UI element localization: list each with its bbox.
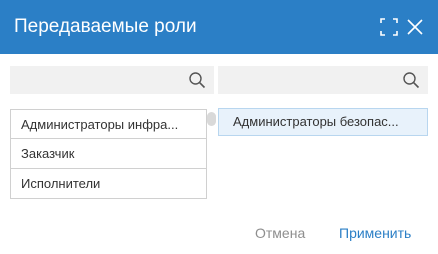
dialog-title: Передаваемые роли [14, 16, 197, 37]
right-search-field [218, 66, 428, 94]
left-search-input[interactable] [10, 66, 214, 94]
list-item[interactable]: Администраторы инфра... [11, 109, 206, 139]
list-item[interactable]: Исполнители [11, 169, 206, 199]
cancel-button[interactable]: Отмена [255, 224, 305, 242]
search-icon[interactable] [402, 71, 420, 89]
dialog-header: Передаваемые роли [0, 0, 438, 54]
apply-button[interactable]: Применить [339, 224, 411, 242]
search-icon[interactable] [188, 71, 206, 89]
list-item[interactable]: Заказчик [11, 139, 206, 169]
scrollbar-thumb[interactable] [207, 112, 216, 126]
left-search-field [10, 66, 214, 94]
expand-icon[interactable] [380, 18, 398, 36]
dialog: Передаваемые роли Администраторы инфра..… [0, 0, 438, 254]
right-search-input[interactable] [218, 66, 428, 94]
close-icon[interactable] [406, 18, 424, 36]
available-roles-list: Администраторы инфра... Заказчик Исполни… [10, 109, 207, 199]
selected-role-item[interactable]: Администраторы безопас... [218, 108, 428, 136]
